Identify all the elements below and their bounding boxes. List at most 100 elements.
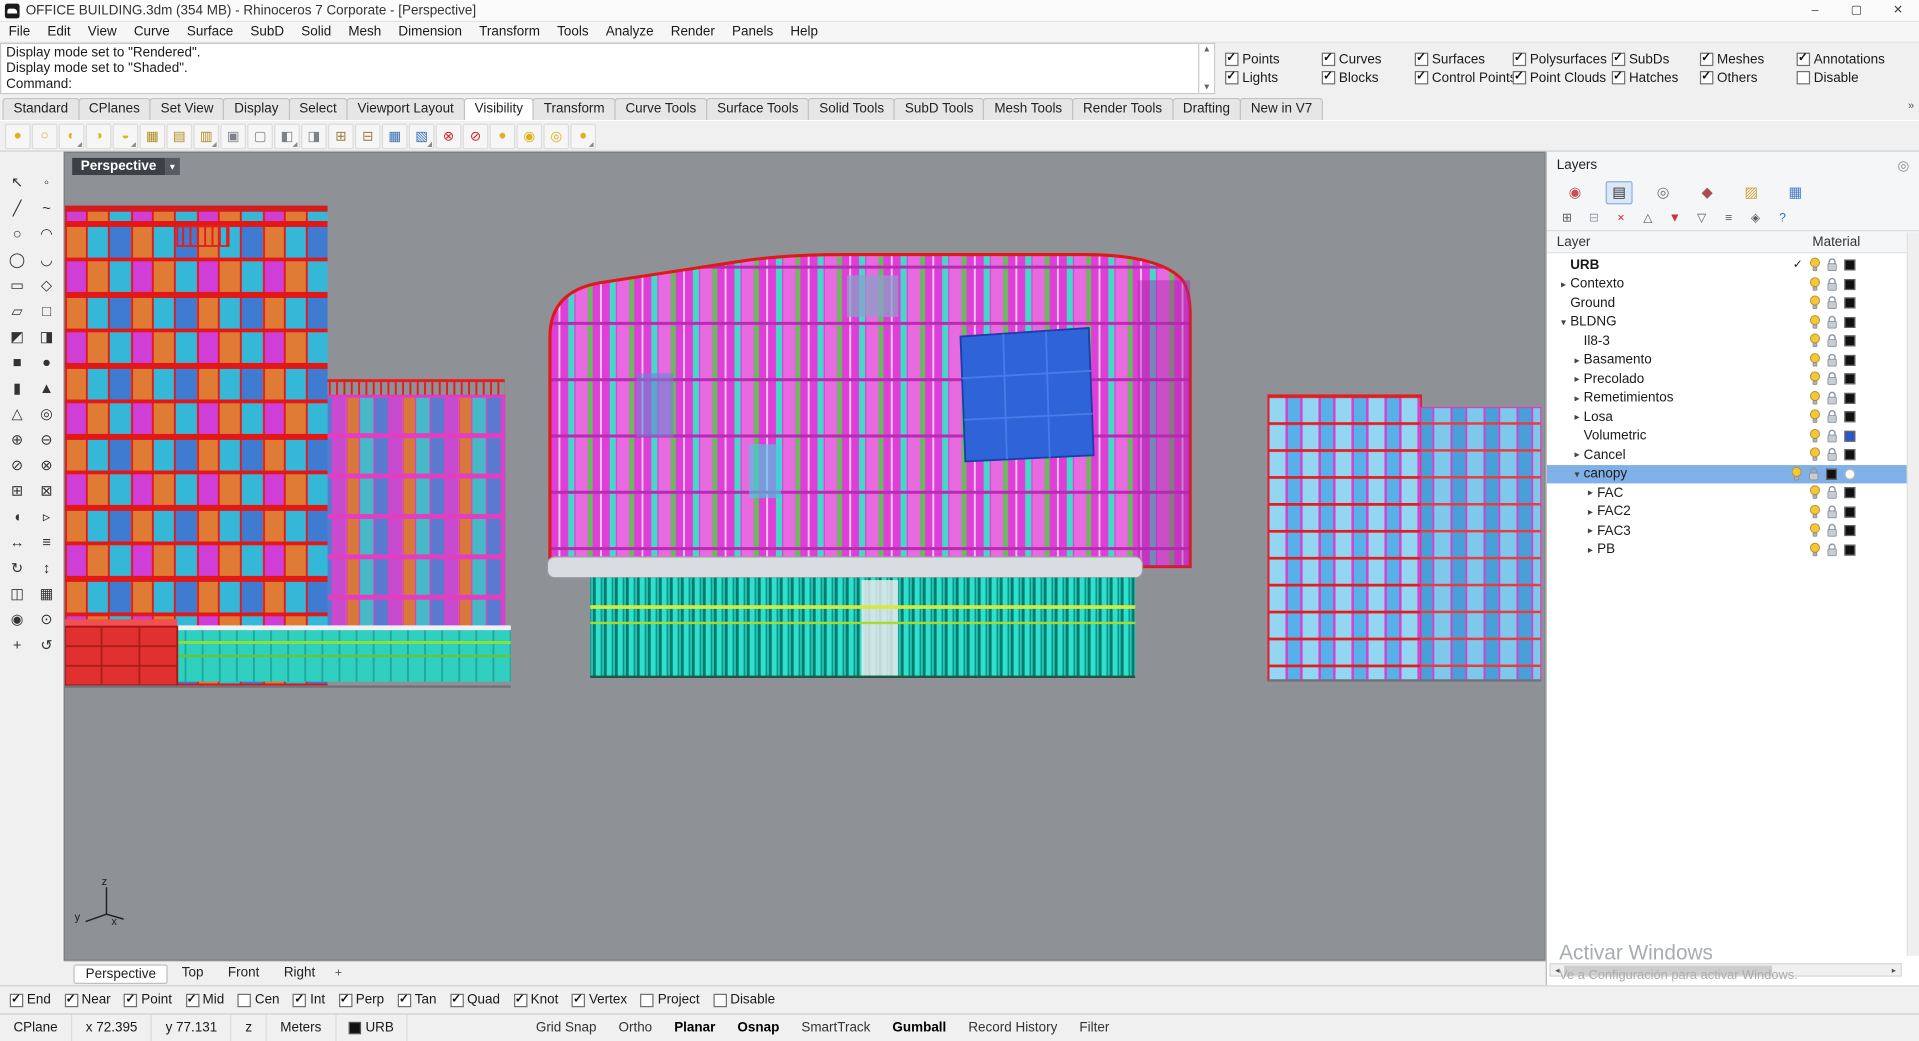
layer-expand-arrow-icon[interactable]: ▸: [1584, 525, 1597, 536]
gumball-tool-icon[interactable]: ◉: [2, 606, 31, 632]
status-cell[interactable]: Meters: [267, 1014, 337, 1041]
layer-row[interactable]: Il8-3: [1547, 332, 1919, 351]
unlock-objects-icon[interactable]: ▢: [247, 122, 273, 149]
command-history[interactable]: Display mode set to "Rendered". Display …: [0, 42, 1200, 95]
torus-tool-icon[interactable]: ◎: [32, 400, 61, 426]
toolbar-tab[interactable]: New in V7: [1239, 97, 1324, 120]
layer-color-swatch[interactable]: [1844, 506, 1856, 518]
layer-color-swatch[interactable]: [1844, 430, 1856, 442]
osnap-checkbox[interactable]: Cen: [237, 993, 280, 1007]
new-viewport-tab-icon[interactable]: +: [335, 967, 342, 980]
layer-row[interactable]: ▸ FAC: [1547, 483, 1919, 502]
layer-color-swatch[interactable]: [1844, 316, 1856, 328]
layer-expand-arrow-icon[interactable]: ▸: [1584, 544, 1597, 555]
layer-row[interactable]: ▾ canopy: [1546, 464, 1919, 484]
toolbar-tab[interactable]: Mesh Tools: [983, 97, 1074, 120]
layer-visibility-bulb-icon[interactable]: [1806, 371, 1823, 387]
osnap-checkbox[interactable]: Project: [640, 993, 700, 1007]
filter-checkbox[interactable]: Meshes: [1699, 51, 1797, 67]
freeform-tool-icon[interactable]: ◡: [32, 246, 61, 272]
layer-color-swatch[interactable]: [1844, 297, 1856, 309]
viewport-tab[interactable]: Front: [217, 964, 270, 984]
filter-checkbox[interactable]: Points: [1225, 51, 1322, 67]
menu-item[interactable]: Render: [662, 24, 723, 39]
layer-lights-grid-icon[interactable]: ▦: [139, 122, 166, 149]
polygon-tool-icon[interactable]: ◇: [32, 272, 61, 298]
filter-checkbox[interactable]: Control Points: [1414, 70, 1516, 85]
status-toggle[interactable]: Osnap: [726, 1015, 790, 1041]
viewport-title-chip[interactable]: Perspective ▾: [72, 157, 180, 176]
layer-expand-arrow-icon[interactable]: ▸: [1570, 412, 1583, 423]
layer-lock-icon[interactable]: [1824, 295, 1841, 311]
status-cell[interactable]: z: [232, 1014, 267, 1041]
toolbar-tab[interactable]: Render Tools: [1071, 97, 1174, 120]
arc-tool-icon[interactable]: ◠: [32, 220, 61, 246]
layer-lock-icon[interactable]: [1824, 314, 1841, 330]
mirror-tool-icon[interactable]: ◫: [2, 580, 31, 606]
status-cell[interactable]: y 77.131: [152, 1014, 232, 1041]
scale-tool-icon[interactable]: ↕: [32, 554, 61, 580]
select-hidden-icon[interactable]: ▧: [408, 122, 435, 149]
command-scrollbar[interactable]: ▲ ▼: [1199, 42, 1216, 95]
layer-tools-icon[interactable]: ◈: [1746, 209, 1764, 227]
move-up-layer-icon[interactable]: △: [1639, 209, 1657, 227]
filter-layers-icon[interactable]: ▼: [1666, 209, 1684, 227]
layer-name[interactable]: canopy: [1584, 467, 1627, 482]
trim-tool-icon[interactable]: ⊘: [2, 452, 31, 478]
layer-name[interactable]: Remetimientos: [1584, 391, 1674, 406]
layer-lock-icon[interactable]: [1824, 542, 1841, 558]
filter-checkbox[interactable]: SubDs: [1611, 51, 1700, 67]
layer-name[interactable]: Losa: [1584, 410, 1613, 425]
status-toggle[interactable]: Gumball: [881, 1015, 957, 1041]
cylinder-tool-icon[interactable]: ▮: [2, 374, 31, 400]
layer-lock-icon[interactable]: [1805, 466, 1822, 482]
osnap-checkbox[interactable]: Int: [293, 992, 325, 1007]
layer-color-swatch[interactable]: [1844, 392, 1856, 404]
isolate-objects-bulb-icon[interactable]: ◑: [85, 122, 112, 149]
materials-tab-icon[interactable]: ◆: [1694, 181, 1721, 204]
curve-tool-icon[interactable]: ~: [32, 195, 61, 221]
osnap-checkbox[interactable]: End: [9, 992, 51, 1007]
copy-layer-state-icon[interactable]: ⊞: [327, 122, 354, 149]
status-toggle[interactable]: Ortho: [607, 1015, 663, 1041]
status-cell[interactable]: x 72.395: [72, 1014, 153, 1041]
layer-name[interactable]: PB: [1597, 542, 1615, 557]
bulb-group-icon[interactable]: ●: [570, 122, 597, 149]
layer-lock-icon[interactable]: [1824, 371, 1841, 387]
minimize-button[interactable]: –: [1794, 0, 1836, 21]
bulb-disable-red-icon[interactable]: ⊘: [462, 122, 489, 149]
layer-row[interactable]: URB ✓: [1547, 256, 1919, 275]
layer-row[interactable]: Ground: [1547, 294, 1919, 313]
layer-expand-arrow-icon[interactable]: ▸: [1570, 449, 1583, 460]
menu-item[interactable]: Transform: [471, 24, 549, 39]
layer-row[interactable]: ▸ Basamento: [1547, 351, 1919, 370]
menu-item[interactable]: File: [0, 24, 39, 39]
layer-visibility-bulb-icon[interactable]: [1806, 352, 1823, 368]
menu-item[interactable]: SubD: [242, 24, 293, 39]
layer-lock-icon[interactable]: [1824, 504, 1841, 520]
fillet-tool-icon[interactable]: ◖: [2, 503, 31, 529]
scroll-down-icon[interactable]: ▼: [1202, 83, 1210, 92]
menu-item[interactable]: Analyze: [597, 24, 662, 39]
explode-tool-icon[interactable]: ⊠: [32, 477, 61, 503]
toolbar-tab[interactable]: Set View: [149, 97, 225, 120]
layer-visibility-bulb-icon[interactable]: [1806, 314, 1823, 330]
toolbar-tab[interactable]: SubD Tools: [893, 97, 985, 120]
osnap-checkbox[interactable]: Near: [64, 992, 111, 1007]
extrude-tool-icon[interactable]: ◨: [32, 323, 61, 349]
hide-objects-bulb-icon[interactable]: ●: [4, 122, 31, 149]
status-toggle[interactable]: SmartTrack: [790, 1015, 881, 1041]
material-preview-dot[interactable]: [1844, 468, 1856, 480]
rectangle-tool-icon[interactable]: ▭: [2, 272, 31, 298]
boolean-difference-tool-icon[interactable]: ⊖: [32, 426, 61, 452]
close-button[interactable]: ✕: [1877, 0, 1919, 21]
layer-color-swatch[interactable]: [1844, 259, 1856, 271]
circle-tool-icon[interactable]: ○: [2, 220, 31, 246]
osnap-checkbox[interactable]: Point: [124, 992, 172, 1007]
layer-visibility-bulb-icon[interactable]: [1806, 390, 1823, 406]
layer-lock-icon[interactable]: [1824, 333, 1841, 349]
layer-list-icon[interactable]: ≡: [1720, 209, 1738, 227]
filter-checkbox[interactable]: Hatches: [1611, 70, 1700, 85]
layer-visibility-bulb-icon[interactable]: [1806, 276, 1823, 292]
perspective-viewport[interactable]: Perspective ▾ z y x: [63, 151, 1546, 961]
